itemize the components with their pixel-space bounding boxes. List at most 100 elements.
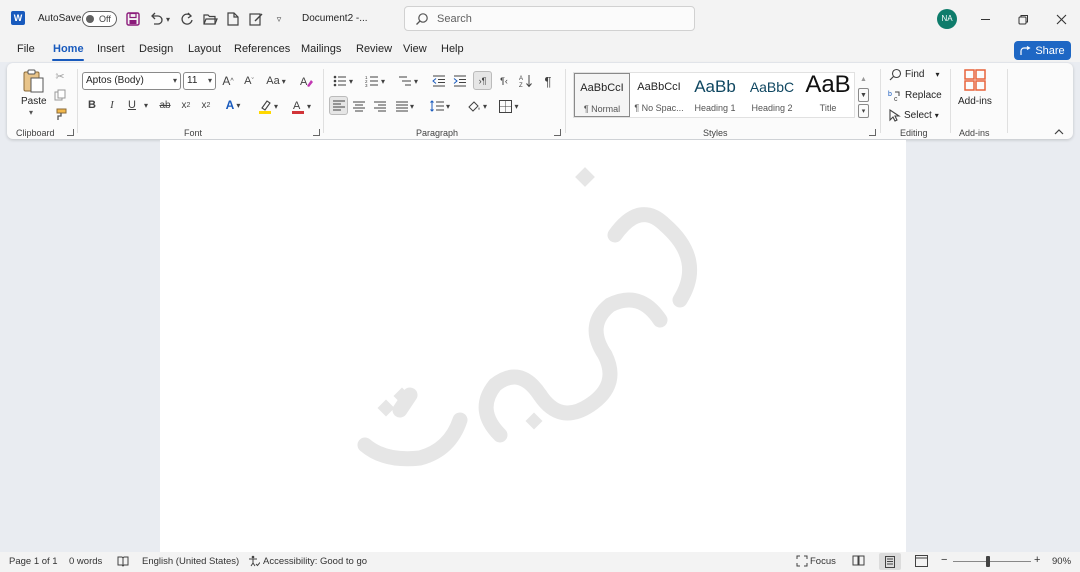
italic-icon[interactable]: I	[104, 97, 120, 113]
tab-help[interactable]: Help	[441, 43, 464, 55]
style-title[interactable]: AaB Title	[800, 71, 856, 117]
tab-design[interactable]: Design	[139, 43, 173, 55]
styles-launcher-icon[interactable]	[869, 129, 876, 136]
collapse-ribbon-icon[interactable]	[1052, 125, 1066, 137]
language-indicator[interactable]: English (United States)	[142, 556, 239, 567]
underline-icon[interactable]: U	[124, 97, 140, 113]
styles-scroll-down-icon[interactable]: ▼	[858, 88, 869, 102]
grow-font-icon[interactable]: A ^	[219, 72, 237, 90]
bold-icon[interactable]: B	[84, 97, 100, 113]
strikethrough-icon[interactable]: ab	[156, 97, 174, 113]
shrink-font-icon[interactable]: Aˇ	[240, 72, 258, 90]
style-normal[interactable]: AaBbCcI ¶ Normal	[574, 73, 630, 117]
sort-icon[interactable]: AZ	[517, 72, 535, 90]
avatar[interactable]: NA	[937, 9, 957, 29]
accessibility-status[interactable]: Accessibility: Good to go	[263, 556, 367, 567]
justify-icon[interactable]: ▾	[392, 97, 418, 115]
underline-dropdown-icon[interactable]: ▾	[141, 97, 151, 113]
focus-mode-button[interactable]: Focus	[810, 556, 836, 567]
font-launcher-icon[interactable]	[313, 129, 320, 136]
rtl-direction-icon[interactable]: ¶‹	[495, 72, 513, 90]
paste-icon[interactable]	[18, 67, 48, 95]
redo-icon[interactable]	[178, 10, 196, 28]
tab-layout[interactable]: Layout	[188, 43, 221, 55]
svg-text:c: c	[894, 96, 898, 102]
bullets-icon[interactable]: ▾	[330, 72, 356, 90]
clipboard-launcher-icon[interactable]	[67, 129, 74, 136]
print-layout-icon[interactable]	[879, 553, 901, 570]
save-icon[interactable]	[124, 10, 142, 28]
tab-home[interactable]: Home	[53, 43, 84, 55]
add-ins-icon[interactable]	[962, 67, 988, 93]
style-heading-1[interactable]: AaBb Heading 1	[687, 73, 743, 117]
font-size-combo[interactable]: 11 ▾	[183, 72, 216, 90]
paste-dropdown-icon[interactable]: ▾	[29, 108, 33, 117]
styles-more-icon[interactable]: ▾	[858, 104, 869, 118]
tab-view[interactable]: View	[403, 43, 427, 55]
autosave-state: Off	[99, 14, 111, 24]
zoom-slider-thumb[interactable]	[986, 556, 990, 567]
autosave-toggle[interactable]: Off	[82, 11, 117, 27]
style-no-spacing[interactable]: AaBbCcI ¶ No Spac...	[631, 73, 687, 117]
change-case-button[interactable]: Aa ▾	[263, 72, 289, 90]
style-preview: AaBbCcI	[580, 82, 624, 94]
document-title[interactable]: Document2 -...	[302, 13, 368, 24]
close-icon[interactable]	[1050, 8, 1072, 30]
paragraph-launcher-icon[interactable]	[554, 129, 561, 136]
zoom-out-icon[interactable]: −	[941, 554, 947, 566]
zoom-in-icon[interactable]: +	[1034, 554, 1040, 566]
copy-icon[interactable]	[52, 87, 68, 103]
undo-dropdown-icon[interactable]: ▾	[163, 10, 173, 28]
ltr-direction-icon[interactable]: ›¶	[473, 71, 492, 90]
tab-references[interactable]: References	[234, 43, 290, 55]
align-right-icon[interactable]	[371, 97, 389, 115]
page-count[interactable]: Page 1 of 1	[9, 556, 58, 567]
find-button[interactable]: Find ▾	[889, 68, 939, 81]
multilevel-list-icon[interactable]: ▾	[395, 72, 421, 90]
styles-scroll-up-icon[interactable]: ▲	[858, 72, 869, 86]
line-spacing-icon[interactable]: ▾	[427, 97, 453, 115]
web-layout-icon[interactable]	[915, 555, 928, 570]
format-painter-icon[interactable]	[52, 106, 68, 122]
align-center-icon[interactable]	[350, 97, 368, 115]
borders-icon[interactable]: ▾	[496, 97, 522, 115]
replace-button[interactable]: bc Replace	[888, 89, 942, 102]
share-button[interactable]: Share	[1014, 41, 1071, 60]
clear-formatting-icon[interactable]: A	[297, 72, 315, 90]
proofing-icon[interactable]	[117, 555, 129, 570]
zoom-level[interactable]: 90%	[1052, 556, 1071, 567]
subscript-icon[interactable]: x2	[178, 97, 194, 113]
numbering-icon[interactable]: 1 2 3 ▾	[362, 72, 388, 90]
replace-label: Replace	[905, 90, 942, 101]
tab-file[interactable]: File	[17, 43, 35, 55]
shading-icon[interactable]: ▾	[464, 97, 490, 115]
decrease-indent-icon[interactable]	[430, 72, 448, 90]
select-button[interactable]: Select ▾	[889, 109, 939, 122]
document-page[interactable]	[160, 140, 906, 554]
add-ins-label[interactable]: Add-ins	[958, 96, 992, 107]
tab-mailings[interactable]: Mailings	[301, 43, 341, 55]
align-left-icon[interactable]	[329, 96, 348, 115]
tab-insert[interactable]: Insert	[97, 43, 125, 55]
edit-document-icon[interactable]	[247, 10, 265, 28]
show-formatting-marks-icon[interactable]: ¶	[539, 72, 557, 90]
superscript-icon[interactable]: x2	[198, 97, 214, 113]
read-mode-icon[interactable]	[852, 555, 865, 569]
zoom-slider-track[interactable]	[953, 561, 1031, 562]
new-document-icon[interactable]	[224, 10, 242, 28]
highlight-color-icon[interactable]: ▾	[255, 97, 281, 115]
font-name-combo[interactable]: Aptos (Body) ▾	[82, 72, 181, 90]
increase-indent-icon[interactable]	[451, 72, 469, 90]
cut-icon[interactable]: ✂	[52, 68, 68, 84]
tab-review[interactable]: Review	[356, 43, 392, 55]
restore-icon[interactable]	[1012, 8, 1034, 30]
paste-label[interactable]: Paste	[21, 96, 47, 107]
text-effects-icon[interactable]: A ▾	[221, 97, 245, 113]
style-heading-2[interactable]: AaBbC Heading 2	[744, 73, 800, 117]
font-color-icon[interactable]: A ▾	[288, 97, 314, 115]
open-folder-icon[interactable]	[201, 10, 219, 28]
search-box[interactable]: Search	[404, 6, 695, 31]
customize-toolbar-icon[interactable]: ▿	[270, 10, 288, 28]
word-count[interactable]: 0 words	[69, 556, 102, 567]
minimize-icon[interactable]	[974, 8, 996, 30]
